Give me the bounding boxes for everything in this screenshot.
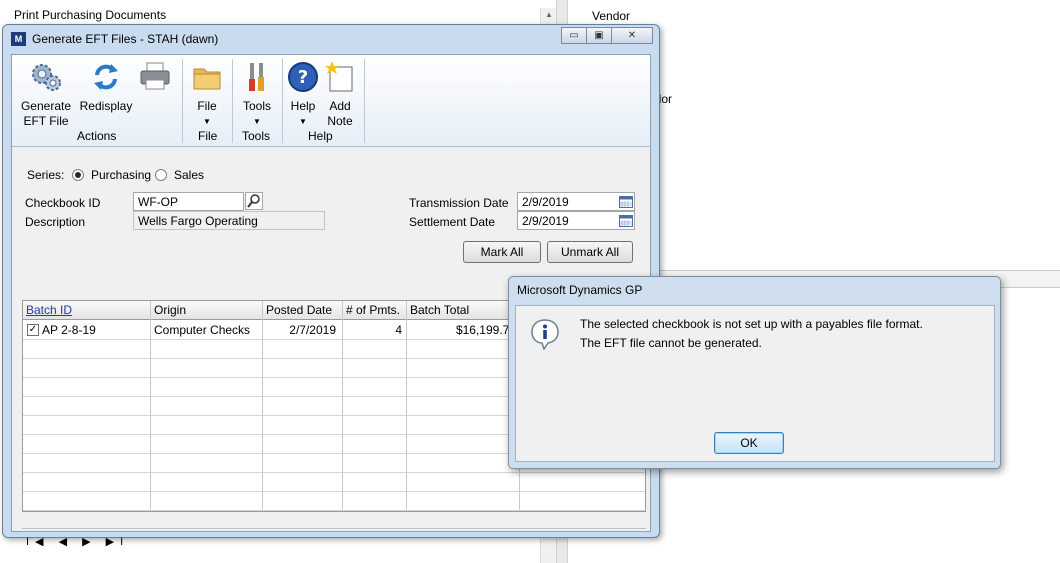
printer-icon [140,62,170,90]
file-menu-button[interactable]: File ▼ [188,61,226,129]
tools-icon [249,63,264,91]
series-purchasing-label[interactable]: Purchasing [91,168,151,182]
note-icon [325,61,353,92]
ribbon-separator [282,59,283,143]
checkbook-id-label: Checkbook ID [25,196,101,210]
pmts-cell: 4 [395,323,402,337]
grid-divider [406,301,407,511]
svg-text:?: ? [298,67,308,88]
origin-cell: Computer Checks [154,323,251,337]
navigation-separator [22,528,646,529]
column-header-origin: Origin [154,303,187,317]
description-field: Wells Fargo Operating [133,211,325,230]
description-label: Description [25,215,86,229]
help-icon: ? [288,62,318,92]
grid-divider [150,301,151,511]
transmission-date-label: Transmission Date [409,196,509,210]
column-header-pmts: # of Pmts. [346,303,401,317]
column-header-batch-id[interactable]: Batch ID [26,303,72,317]
add-note-button[interactable]: Add Note [322,61,358,129]
batch-id-cell: AP 2-8-19 [42,323,96,337]
group-label-help: Help [308,129,333,143]
generate-eft-button[interactable]: Generate EFT File [18,61,74,129]
ribbon-separator [232,59,233,143]
ok-button[interactable]: OK [714,432,784,454]
chevron-down-icon: ▼ [253,117,261,126]
ribbon-separator [182,59,183,143]
series-sales-label[interactable]: Sales [174,168,204,182]
print-button[interactable] [138,61,172,97]
transmission-date-field[interactable]: 2/9/2019 [517,192,635,211]
settlement-date-label: Settlement Date [409,215,496,229]
column-header-batch-total: Batch Total [410,303,470,317]
restore-button[interactable]: ▣ [586,27,612,44]
grid-divider [342,301,343,511]
magnifier-icon [247,194,260,208]
settlement-date-field[interactable]: 2/9/2019 [517,211,635,230]
background-vendor-label: Vendor [592,9,631,23]
dialog-body: The selected checkbook is not set up wit… [515,305,995,462]
tools-menu-label: Tools [242,99,271,113]
redisplay-label: Redisplay [79,99,133,113]
unmark-all-button[interactable]: Unmark All [547,241,633,263]
calendar-icon[interactable] [619,196,633,208]
folder-icon [193,68,221,90]
dynamics-app-icon: M [11,32,26,46]
generate-eft-label: Generate EFT File [20,99,72,128]
series-label: Series: [27,168,65,182]
grid-divider [262,301,263,511]
mark-all-button[interactable]: Mark All [463,241,541,263]
dialog-message-line2: The EFT file cannot be generated. [580,336,762,350]
help-menu-button[interactable]: ? Help ▼ [286,61,320,129]
ribbon: Generate EFT File Redisplay File ▼ Tools… [12,55,650,147]
grid-row-line [23,491,645,492]
chevron-down-icon: ▼ [203,117,211,126]
calendar-icon[interactable] [619,215,633,227]
message-dialog: Microsoft Dynamics GP The selected check… [508,276,1001,469]
grid-row-line [23,510,645,511]
scroll-up-icon[interactable]: ▲ [545,10,553,19]
dialog-message-line1: The selected checkbook is not set up wit… [580,317,923,331]
ribbon-separator [364,59,365,143]
refresh-icon [94,64,118,90]
gears-icon [32,64,61,91]
group-label-actions: Actions [77,129,117,143]
group-label-tools: Tools [242,129,271,143]
group-label-file: File [198,129,218,143]
background-list-item: Print Purchasing Documents [14,8,167,22]
batch-checkbox[interactable]: ✓ [27,324,39,336]
batch-total-cell: $16,199.79 [455,323,516,337]
tools-menu-button[interactable]: Tools ▼ [238,61,276,129]
close-button[interactable]: ✕ [611,27,653,44]
help-menu-label: Help [290,99,316,113]
chevron-down-icon: ▼ [299,117,307,126]
record-navigation[interactable]: I◀ ◀ ▶ ▶I [26,535,129,548]
file-menu-label: File [197,99,217,113]
dialog-title: Microsoft Dynamics GP [517,283,643,297]
posted-date-cell: 2/7/2019 [289,323,336,337]
column-header-posted-date: Posted Date [266,303,333,317]
info-icon [531,319,559,350]
window-title: Generate EFT Files - STAH (dawn) [32,32,219,46]
series-purchasing-radio[interactable] [72,169,84,181]
window-titlebar[interactable]: M Generate EFT Files - STAH (dawn) ▭ ▣ ✕ [3,25,659,53]
checkbook-id-field[interactable]: WF-OP [133,192,244,211]
series-sales-radio[interactable] [155,169,167,181]
minimize-button[interactable]: ▭ [561,27,587,44]
redisplay-button[interactable]: Redisplay [78,61,134,114]
lookup-button[interactable] [245,192,263,210]
grid-row-line [23,472,645,473]
add-note-label: Add Note [327,99,353,128]
